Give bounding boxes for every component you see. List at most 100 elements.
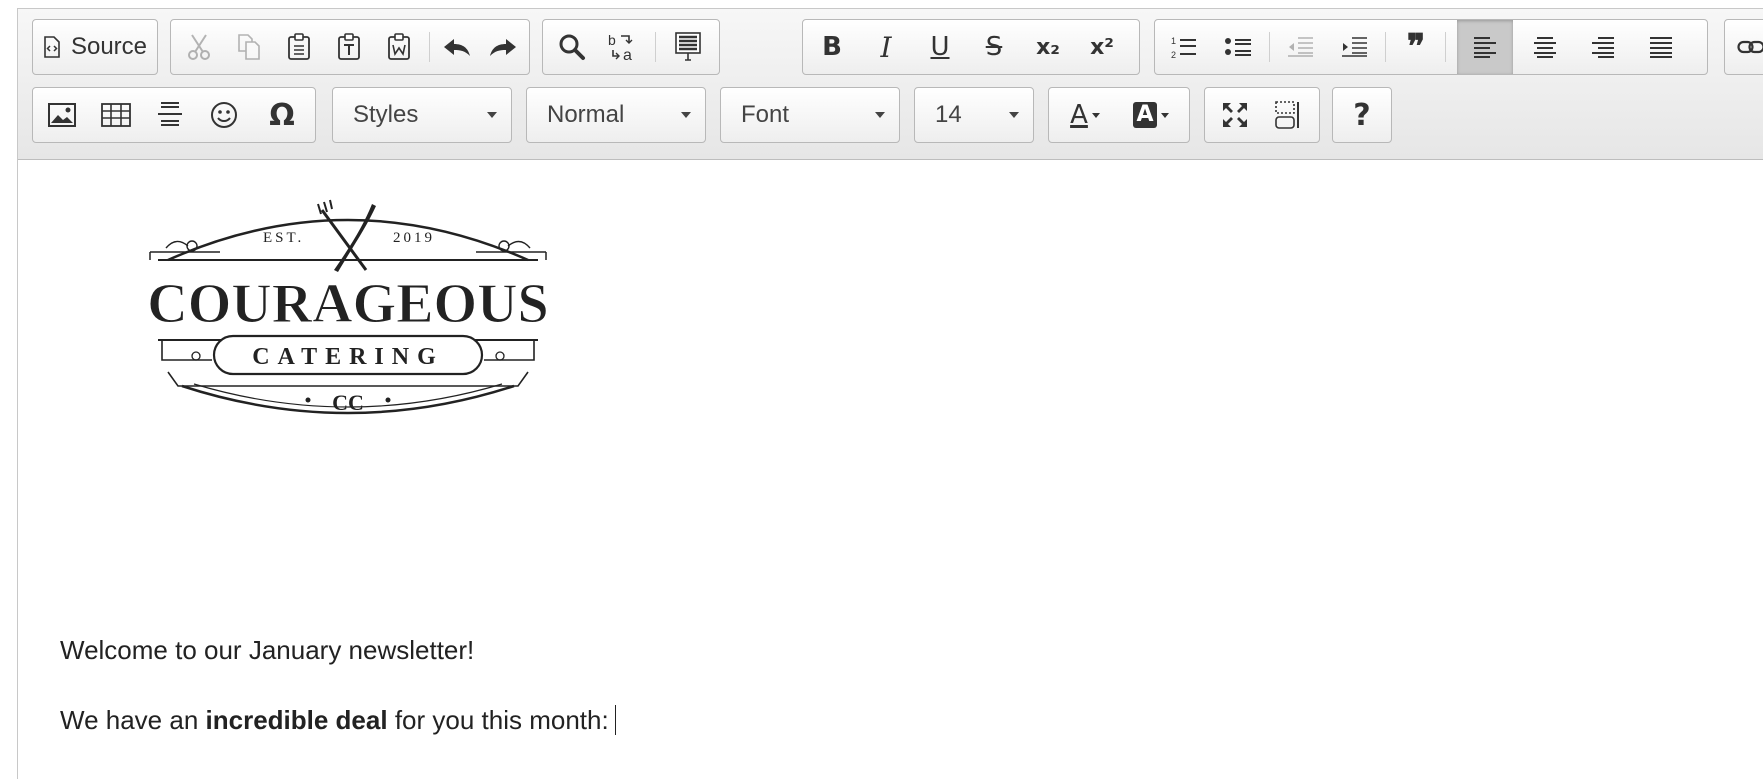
paste-text-button[interactable] [327, 20, 371, 74]
svg-text:CATERING: CATERING [252, 344, 444, 370]
paragraph-welcome: Welcome to our January newsletter! [60, 635, 474, 666]
source-button[interactable]: Source [33, 20, 157, 74]
bold-button[interactable]: B [809, 20, 855, 74]
insert-group: Ω [32, 87, 316, 143]
horizontal-line-icon [157, 101, 183, 129]
show-blocks-button[interactable] [1263, 88, 1313, 142]
maximize-icon [1221, 101, 1249, 129]
replace-button[interactable]: ba [599, 20, 645, 74]
find-group: ba [542, 19, 720, 75]
chevron-down-icon [487, 112, 497, 118]
align-left-icon [1472, 35, 1498, 59]
align-right-icon [1590, 35, 1616, 59]
paste-text-icon [337, 33, 361, 61]
help-icon: ? [1353, 98, 1370, 133]
help-button[interactable]: ? [1333, 88, 1391, 142]
underline-icon: U [930, 32, 949, 62]
paste-button[interactable] [277, 20, 321, 74]
copy-button[interactable] [227, 20, 271, 74]
styles-dropdown[interactable]: Styles [332, 87, 512, 143]
select-all-button[interactable] [663, 20, 713, 74]
underline-button[interactable]: U [917, 20, 963, 74]
table-button[interactable] [93, 88, 139, 142]
styles-label: Styles [353, 101, 487, 129]
paragraph-group: 12 ❞ [1154, 19, 1708, 75]
font-dropdown[interactable]: Font [720, 87, 900, 143]
editor-toolbar: Source [18, 9, 1763, 160]
svg-text:b: b [608, 32, 616, 48]
outdent-button[interactable] [1277, 20, 1323, 74]
svg-text:2: 2 [1171, 50, 1176, 60]
chevron-down-icon [875, 112, 885, 118]
show-blocks-icon [1274, 100, 1302, 130]
svg-text:a: a [623, 47, 632, 62]
find-button[interactable] [549, 20, 595, 74]
paste-word-button[interactable] [377, 20, 421, 74]
editor-content-area[interactable]: EST. 2019 COURAGEOUS CATERING CC Welcome [18, 160, 1763, 779]
separator [1269, 32, 1270, 62]
strikethrough-icon: S [986, 32, 1003, 62]
svg-text:2019: 2019 [393, 230, 435, 246]
maximize-button[interactable] [1211, 88, 1259, 142]
italic-button[interactable]: I [863, 20, 909, 74]
omega-icon: Ω [269, 98, 295, 133]
font-size-dropdown[interactable]: 14 [914, 87, 1034, 143]
separator [429, 32, 430, 62]
indent-icon [1340, 35, 1368, 59]
undo-icon [442, 36, 472, 58]
horizontal-line-button[interactable] [147, 88, 193, 142]
justify-icon [1648, 35, 1674, 59]
image-button[interactable] [39, 88, 85, 142]
source-group: Source [32, 19, 158, 75]
deal-text-bold: incredible deal [206, 705, 388, 735]
source-icon [43, 36, 61, 58]
align-right-button[interactable] [1575, 20, 1631, 74]
justify-button[interactable] [1633, 20, 1689, 74]
links-group [1724, 19, 1763, 75]
tools-group [1204, 87, 1320, 143]
replace-icon: ba [607, 32, 637, 62]
indent-button[interactable] [1331, 20, 1377, 74]
outdent-icon [1286, 35, 1314, 59]
subscript-button[interactable]: x₂ [1025, 20, 1071, 74]
paste-icon [287, 33, 311, 61]
cut-button[interactable] [177, 20, 221, 74]
help-group: ? [1332, 87, 1392, 143]
deal-text-after: for you this month: [388, 705, 609, 735]
redo-icon [488, 36, 518, 58]
bulleted-list-button[interactable] [1215, 20, 1261, 74]
bulleted-list-icon [1224, 35, 1252, 59]
svg-text:CC: CC [332, 390, 364, 415]
separator [655, 32, 656, 62]
align-center-button[interactable] [1517, 20, 1573, 74]
background-color-button[interactable]: A [1121, 88, 1181, 142]
smiley-button[interactable] [201, 88, 247, 142]
blockquote-icon: ❞ [1407, 27, 1425, 67]
special-character-button[interactable]: Ω [255, 88, 309, 142]
courageous-catering-logo: EST. 2019 COURAGEOUS CATERING CC [138, 190, 558, 425]
clipboard-group [170, 19, 530, 75]
align-center-icon [1532, 35, 1558, 59]
format-dropdown[interactable]: Normal [526, 87, 706, 143]
separator [1445, 32, 1446, 62]
align-left-button[interactable] [1457, 20, 1513, 74]
redo-button[interactable] [481, 20, 525, 74]
deal-text-before: We have an [60, 705, 206, 735]
source-label: Source [71, 33, 147, 61]
numbered-list-button[interactable]: 12 [1161, 20, 1207, 74]
select-all-icon [675, 32, 701, 62]
superscript-button[interactable]: x² [1079, 20, 1125, 74]
text-color-button[interactable]: A [1055, 88, 1115, 142]
blockquote-button[interactable]: ❞ [1393, 20, 1439, 74]
separator [1385, 32, 1386, 62]
table-icon [101, 103, 131, 127]
chevron-down-icon [681, 112, 691, 118]
superscript-icon: x² [1090, 35, 1114, 60]
welcome-text: Welcome to our January newsletter! [60, 635, 474, 665]
bold-icon: B [822, 32, 842, 62]
copy-icon [237, 33, 261, 61]
strikethrough-button[interactable]: S [971, 20, 1017, 74]
undo-button[interactable] [435, 20, 479, 74]
italic-icon: I [880, 31, 891, 64]
link-button[interactable] [1729, 20, 1763, 74]
